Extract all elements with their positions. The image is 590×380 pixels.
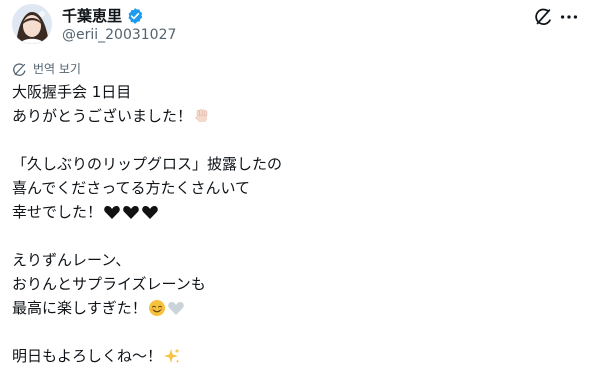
- post-line: えりずんレーン、: [12, 251, 131, 269]
- black-heart-icon: [141, 203, 159, 221]
- translate-link[interactable]: 번역 보기: [12, 60, 81, 78]
- avatar[interactable]: [12, 4, 52, 44]
- post-line: [12, 224, 572, 248]
- translate-label: 번역 보기: [33, 62, 81, 76]
- post-line: [12, 320, 572, 344]
- post-line: 最高に楽しすぎた！: [12, 296, 572, 320]
- sparkles-icon: [163, 347, 181, 365]
- more-icon[interactable]: [558, 6, 580, 28]
- post-text: 大阪握手会 1日目 ありがとうございました！ 「久しぶりのリップグロス」披露した…: [12, 80, 572, 368]
- post-line: 喜んでくださってる方たくさんいて: [12, 179, 251, 197]
- post-line: [12, 128, 572, 152]
- post-line: 明日もよろしくね〜！: [12, 344, 572, 368]
- globe-icon: [13, 62, 26, 76]
- post-line: ありがとうございました！: [12, 104, 572, 128]
- post-line: 「久しぶりのリップグロス」披露したの: [12, 155, 283, 173]
- post-line: 大阪握手会 1日目: [12, 83, 132, 101]
- display-name[interactable]: 千葉恵里: [62, 6, 122, 26]
- grey-heart-icon: [167, 299, 185, 317]
- post-line: おりんとサプライズレーンも: [12, 275, 206, 293]
- smiling-face-icon: [148, 299, 166, 317]
- raised-fist-icon: [193, 107, 211, 125]
- handle[interactable]: @erii_20031027: [62, 26, 176, 44]
- post-card: 千葉恵里 @erii_20031027 번역 보기 大阪握手会 1日目 ありがと…: [0, 0, 590, 380]
- author-name-row: 千葉恵里: [62, 6, 144, 26]
- black-heart-icon: [103, 203, 121, 221]
- post-line: 幸せでした！: [12, 200, 572, 224]
- grok-icon[interactable]: [532, 6, 554, 28]
- verified-badge-icon: [128, 8, 143, 24]
- black-heart-icon: [122, 203, 140, 221]
